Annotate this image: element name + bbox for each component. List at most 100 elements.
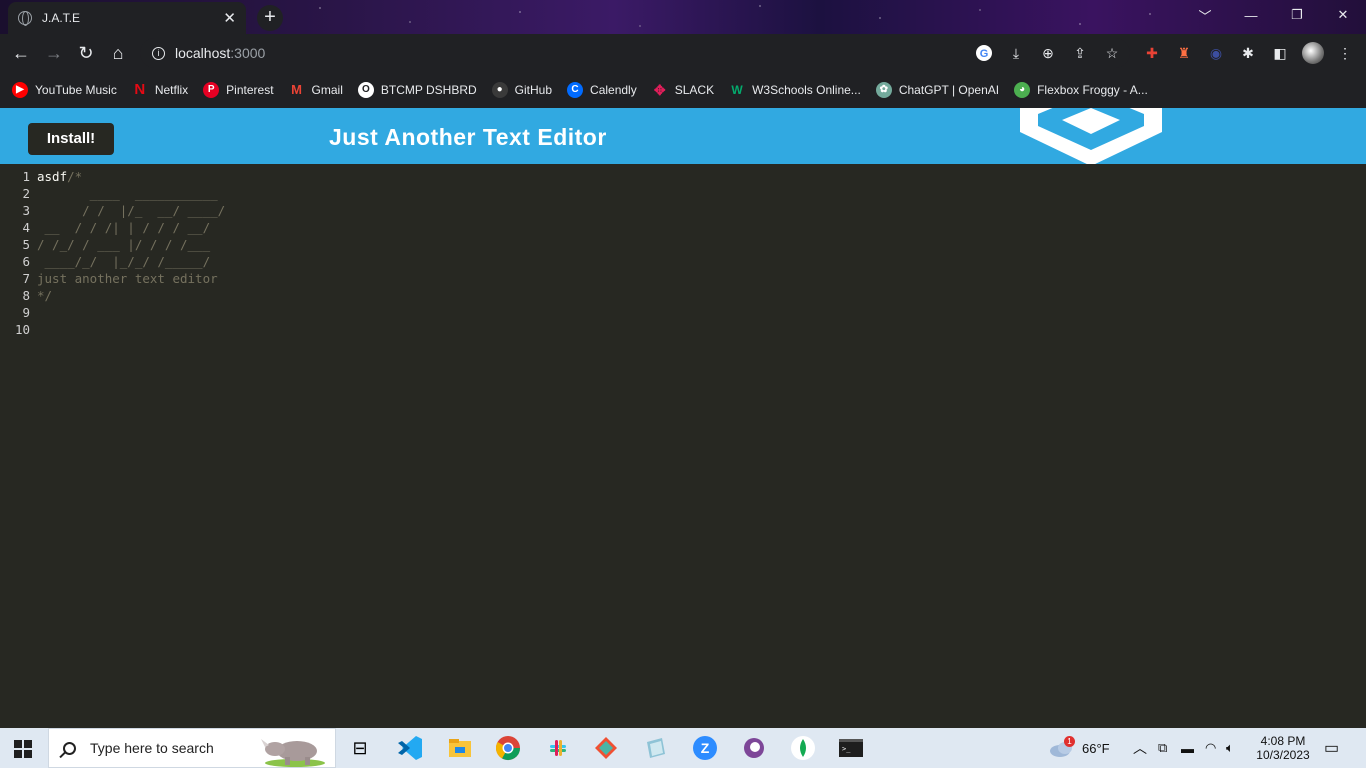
svg-text:Z: Z	[701, 740, 710, 756]
minimize-button[interactable]: —	[1228, 0, 1274, 30]
extension-shield-icon[interactable]: ◉	[1207, 44, 1225, 62]
jate-logo-icon	[1020, 108, 1162, 164]
gmail-icon: M	[291, 82, 302, 97]
back-button[interactable]: ←	[8, 40, 34, 66]
slack-icon: ✥	[653, 82, 666, 98]
line-number: 9	[22, 305, 30, 320]
line-number: 3	[22, 203, 30, 218]
notifications-icon[interactable]: ▭	[1324, 728, 1339, 768]
tor-browser-icon[interactable]	[740, 734, 768, 762]
pinterest-icon: P	[203, 82, 220, 98]
netflix-icon: N	[134, 81, 146, 98]
bookmark-slack[interactable]: ✥ SLACK	[652, 82, 714, 98]
github-icon: ●	[491, 82, 508, 98]
line-number: 1	[22, 169, 30, 184]
show-hidden-icons-icon[interactable]: ︿	[1133, 728, 1147, 768]
extension-badge-icon[interactable]: ✚	[1143, 44, 1161, 62]
tab-search-button[interactable]: ﹀	[1182, 0, 1228, 30]
chatgpt-icon: ✿	[875, 82, 892, 98]
gitkraken-icon[interactable]	[592, 734, 620, 762]
download-icon[interactable]: ⤓	[1007, 44, 1025, 62]
zoom-icon[interactable]: ⊕	[1039, 44, 1057, 62]
bookmark-netflix[interactable]: N Netflix	[132, 82, 188, 98]
line-number: 10	[14, 322, 30, 337]
terminal-icon[interactable]: >_	[837, 734, 865, 762]
line-number: 8	[22, 288, 30, 303]
froggy-icon: ◕	[1014, 82, 1031, 98]
bookmark-btcmp-dshbrd[interactable]: O BTCMP DSHBRD	[357, 82, 477, 98]
task-view-icon[interactable]: ⊟	[346, 734, 374, 762]
vscode-icon[interactable]	[396, 734, 424, 762]
clock[interactable]: 4:08 PM 10/3/2023	[1251, 728, 1315, 768]
site-info-icon[interactable]: i	[152, 46, 165, 60]
code-editor[interactable]: 1 asdf/* 2 ____ ___________ 3 / / |/_ __/…	[0, 164, 1366, 728]
wifi-icon[interactable]: ◠	[1205, 728, 1216, 768]
line-number: 2	[22, 186, 30, 201]
bookmark-star-icon[interactable]: ☆	[1103, 44, 1121, 62]
google-icon[interactable]: G	[975, 44, 993, 62]
svg-text:G: G	[980, 48, 989, 60]
line-number: 6	[22, 254, 30, 269]
svg-text:>_: >_	[842, 745, 851, 753]
bookmark-flexbox-froggy[interactable]: ◕ Flexbox Froggy - A...	[1014, 82, 1148, 98]
reload-button[interactable]: ↻	[73, 40, 99, 66]
slack-app-icon[interactable]	[544, 734, 572, 762]
new-tab-button[interactable]: +	[257, 5, 283, 31]
line-number: 5	[22, 237, 30, 252]
taskbar-search-box[interactable]: Type here to search	[48, 728, 336, 768]
browser-toolbar: ← → ↻ ⌂ i localhost:3000 G ⤓ ⊕ ⇪ ☆ ✚ ♜ ◉…	[0, 34, 1366, 72]
tab-title: J.A.T.E	[42, 11, 81, 25]
mongodb-compass-icon[interactable]	[789, 734, 817, 762]
weather-temp: 66°F	[1082, 740, 1110, 756]
tab-close-button[interactable]: ✕	[223, 9, 236, 27]
profile-avatar[interactable]	[1302, 42, 1324, 64]
bookmark-calendly[interactable]: C Calendly	[567, 82, 637, 98]
battery-icon[interactable]: ▬	[1181, 728, 1194, 768]
bookmark-youtube-music[interactable]: ▶ YouTube Music	[12, 82, 117, 98]
windows-taskbar: Type here to search ⊟ Z >_ 1 66°F ︿ ⧉ ▬ …	[0, 728, 1366, 768]
w3schools-icon: W	[731, 83, 743, 97]
puzzle-icon[interactable]: ✱	[1239, 44, 1257, 62]
url-port: :3000	[230, 45, 266, 61]
search-placeholder: Type here to search	[90, 740, 214, 756]
browser-tab[interactable]: J.A.T.E ✕	[8, 2, 246, 34]
zoom-app-icon[interactable]: Z	[691, 734, 719, 762]
close-window-button[interactable]: ✕	[1320, 0, 1366, 30]
youtube-music-icon: ▶	[12, 82, 28, 98]
calendly-icon: C	[567, 82, 584, 98]
globe-icon	[18, 11, 32, 26]
bookmark-pinterest[interactable]: P Pinterest	[203, 82, 274, 98]
side-panel-icon[interactable]: ◧	[1271, 44, 1289, 62]
notepad-app-icon[interactable]	[642, 734, 670, 762]
line-number: 4	[22, 220, 30, 235]
menu-icon[interactable]: ⋮	[1336, 44, 1354, 62]
bookmark-chatgpt[interactable]: ✿ ChatGPT | OpenAI	[875, 82, 999, 98]
bookmark-github[interactable]: ● GitHub	[491, 82, 552, 98]
url-host: localhost	[175, 45, 231, 61]
bookmark-gmail[interactable]: M Gmail	[289, 82, 343, 98]
rhino-illustration-icon	[261, 739, 325, 767]
meet-now-icon[interactable]: ⧉	[1158, 728, 1167, 768]
line-number: 7	[22, 271, 30, 286]
bookmark-w3schools[interactable]: W W3Schools Online...	[729, 82, 860, 98]
share-icon[interactable]: ⇪	[1071, 44, 1089, 62]
browser-title-bar: J.A.T.E ✕ + ﹀ — ❐ ✕	[0, 0, 1366, 34]
clock-date: 10/3/2023	[1256, 748, 1310, 762]
weather-badge: 1	[1064, 736, 1075, 747]
app-title: Just Another Text Editor	[329, 124, 607, 150]
file-explorer-icon[interactable]	[446, 734, 474, 762]
app-header: Install! Just Another Text Editor	[0, 108, 1366, 164]
bookmarks-bar: ▶ YouTube Music N Netflix P Pinterest M Gmai…	[0, 72, 1366, 108]
extension-icon[interactable]: ♜	[1175, 44, 1193, 62]
chrome-icon[interactable]	[494, 734, 522, 762]
weather-widget[interactable]: 1 66°F	[1048, 728, 1110, 768]
search-icon	[63, 741, 76, 755]
bootcamp-icon: O	[357, 82, 374, 98]
forward-button[interactable]: →	[41, 40, 67, 66]
clock-time: 4:08 PM	[1260, 734, 1306, 748]
windows-start-icon[interactable]	[14, 740, 32, 758]
restore-button[interactable]: ❐	[1274, 0, 1320, 30]
home-button[interactable]: ⌂	[105, 40, 131, 66]
install-button[interactable]: Install!	[28, 123, 114, 155]
volume-icon[interactable]: 🔈︎	[1226, 728, 1234, 768]
